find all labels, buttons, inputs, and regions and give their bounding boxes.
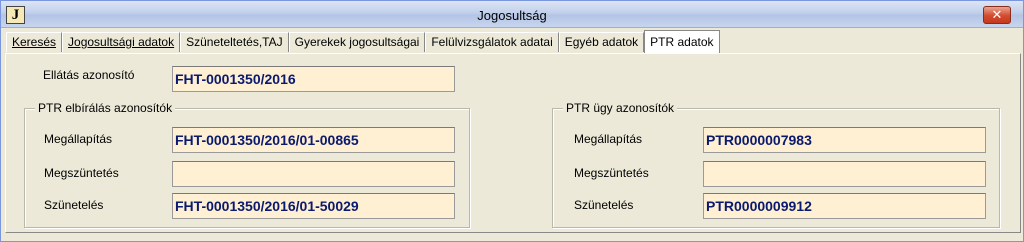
tab-strip: Keresés Jogosultsági adatok Szünetelteté… xyxy=(6,30,720,53)
close-icon: ✕ xyxy=(991,7,1003,22)
tab-szuneteltetes-taj[interactable]: Szüneteltetés,TAJ xyxy=(180,32,289,52)
elbiralas-megszuntetes-field[interactable] xyxy=(172,161,455,187)
ugy-megszuntetes-field[interactable] xyxy=(703,161,986,187)
ptr-ugy-group: PTR ügy azonosítók Megállapítás PTR00000… xyxy=(552,101,1000,228)
ellatas-azonosito-field[interactable]: FHT-0001350/2016 xyxy=(172,66,455,92)
tab-felulvizsgalatok-adatai[interactable]: Felülvizsgálatok adatai xyxy=(425,32,559,52)
ptr-ugy-title: PTR ügy azonosítók xyxy=(563,101,678,115)
tab-kereses[interactable]: Keresés xyxy=(6,32,63,52)
ptr-adatok-panel: Ellátás azonosító FHT-0001350/2016 PTR e… xyxy=(5,53,1021,233)
title-bar[interactable]: J Jogosultság ✕ xyxy=(1,1,1023,28)
window-title: Jogosultság xyxy=(477,8,547,23)
ugy-megallapitas-field[interactable]: PTR0000007983 xyxy=(703,127,986,153)
tab-egyeb-adatok[interactable]: Egyéb adatok xyxy=(558,32,645,52)
tab-jogosultsagi-adatok[interactable]: Jogosultsági adatok xyxy=(62,32,181,52)
close-button[interactable]: ✕ xyxy=(983,6,1011,24)
ugy-megallapitas-label: Megállapítás xyxy=(574,132,643,146)
elbiralas-szuneteles-field[interactable]: FHT-0001350/2016/01-50029 xyxy=(172,193,455,219)
elbiralas-megallapitas-label: Megállapítás xyxy=(44,132,113,146)
app-window: J Jogosultság ✕ Keresés Jogosultsági ada… xyxy=(0,0,1024,242)
ugy-szuneteles-label: Szünetelés xyxy=(574,198,634,212)
ptr-elbiralas-title: PTR elbírálás azonosítók xyxy=(35,101,176,115)
elbiralas-szuneteles-label: Szünetelés xyxy=(44,198,104,212)
elbiralas-megallapitas-field[interactable]: FHT-0001350/2016/01-00865 xyxy=(172,127,455,153)
ugy-szuneteles-field[interactable]: PTR0000009912 xyxy=(703,193,986,219)
tab-ptr-adatok[interactable]: PTR adatok xyxy=(644,30,720,53)
elbiralas-megszuntetes-label: Megszüntetés xyxy=(44,166,119,180)
ellatas-azonosito-label: Ellátás azonosító xyxy=(43,68,135,82)
ugy-megszuntetes-label: Megszüntetés xyxy=(574,166,649,180)
tab-gyerekek-jogosultsagai[interactable]: Gyerekek jogosultságai xyxy=(288,32,426,52)
ptr-elbiralas-group: PTR elbírálás azonosítók Megállapítás FH… xyxy=(24,101,470,228)
